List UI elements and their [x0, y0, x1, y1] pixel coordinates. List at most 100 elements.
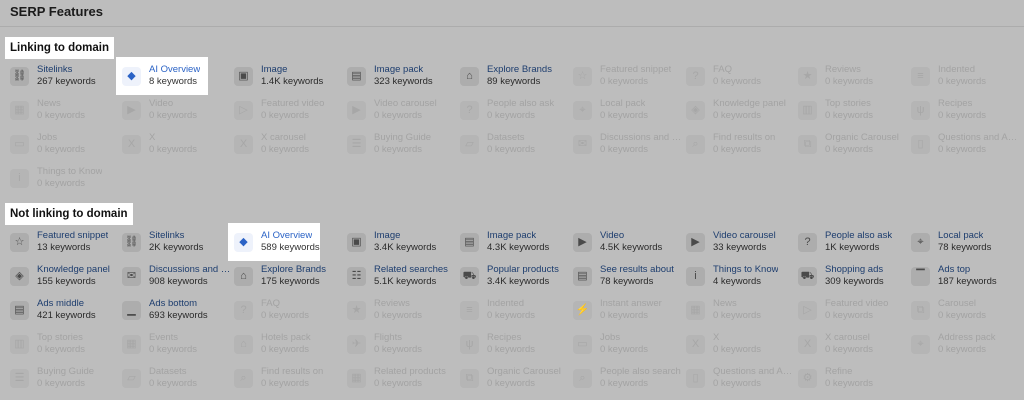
serp-feature-name[interactable]: Video: [600, 230, 624, 242]
serp-feature-item[interactable]: ⧉ Organic Carousel 0 keywords: [460, 363, 572, 393]
serp-feature-name[interactable]: Questions and A…: [713, 366, 792, 378]
serp-feature-item[interactable]: ▤ Image pack 4.3K keywords: [460, 227, 572, 257]
serp-feature-name[interactable]: Jobs: [600, 332, 620, 344]
serp-feature-name[interactable]: Top stories: [825, 98, 871, 110]
serp-feature-name[interactable]: X: [149, 132, 155, 144]
serp-feature-item[interactable]: ▶ Video carousel 0 keywords: [347, 95, 459, 125]
serp-feature-name[interactable]: Ads top: [938, 264, 970, 276]
serp-feature-item[interactable]: X X carousel 0 keywords: [798, 329, 910, 359]
serp-feature-name[interactable]: News: [713, 298, 737, 310]
serp-feature-name[interactable]: Explore Brands: [487, 64, 552, 76]
serp-feature-item[interactable]: ★ Reviews 0 keywords: [347, 295, 459, 325]
serp-feature-item[interactable]: ? FAQ 0 keywords: [234, 295, 346, 325]
serp-feature-item[interactable]: ≡ Indented 0 keywords: [911, 61, 1023, 91]
serp-feature-item[interactable]: ▭ Jobs 0 keywords: [10, 129, 122, 159]
serp-feature-name[interactable]: FAQ: [261, 298, 280, 310]
serp-feature-item[interactable]: ▤ Ads middle 421 keywords: [10, 295, 122, 325]
serp-feature-name[interactable]: Find results on: [713, 132, 775, 144]
serp-feature-item[interactable]: ◈ Knowledge panel 0 keywords: [686, 95, 798, 125]
serp-feature-item[interactable]: ⛓ Sitelinks 2K keywords: [122, 227, 234, 257]
serp-feature-item[interactable]: ▤ Image pack 323 keywords: [347, 61, 459, 91]
serp-feature-item[interactable]: ☆ Featured snippet 0 keywords: [573, 61, 685, 91]
serp-feature-item[interactable]: ☰ Buying Guide 0 keywords: [10, 363, 122, 393]
serp-feature-item[interactable]: ▭ Jobs 0 keywords: [573, 329, 685, 359]
serp-feature-item[interactable]: ▶ Video 0 keywords: [122, 95, 234, 125]
serp-feature-name[interactable]: Hotels pack: [261, 332, 311, 344]
serp-feature-name[interactable]: X: [713, 332, 719, 344]
serp-feature-name[interactable]: See results about: [600, 264, 674, 276]
serp-feature-name[interactable]: Related searches: [374, 264, 448, 276]
serp-feature-name[interactable]: Instant answer: [600, 298, 662, 310]
serp-feature-name[interactable]: Flights: [374, 332, 402, 344]
serp-feature-item[interactable]: XX0 keywords: [686, 329, 798, 359]
serp-feature-name[interactable]: Things to Know: [713, 264, 778, 276]
serp-feature-name[interactable]: Datasets: [149, 366, 187, 378]
serp-feature-name[interactable]: Sitelinks: [37, 64, 72, 76]
serp-feature-name[interactable]: Discussions and …: [600, 132, 681, 144]
serp-feature-name[interactable]: Find results on: [261, 366, 323, 378]
serp-feature-name[interactable]: Knowledge panel: [713, 98, 786, 110]
serp-feature-item[interactable]: ? FAQ 0 keywords: [686, 61, 798, 91]
serp-feature-name[interactable]: FAQ: [713, 64, 732, 76]
serp-feature-item[interactable]: ⌖ Address pack 0 keywords: [911, 329, 1023, 359]
serp-feature-name[interactable]: Featured snippet: [37, 230, 108, 242]
serp-feature-name[interactable]: Explore Brands: [261, 264, 326, 276]
serp-feature-item[interactable]: ⛟ Popular products 3.4K keywords: [460, 261, 572, 291]
serp-feature-name[interactable]: Buying Guide: [37, 366, 94, 378]
serp-feature-item[interactable]: ▷ Featured video 0 keywords: [234, 95, 346, 125]
serp-feature-item[interactable]: ☰ Buying Guide 0 keywords: [347, 129, 459, 159]
serp-feature-name[interactable]: News: [37, 98, 61, 110]
serp-feature-item[interactable]: ✉ Discussions and … 908 keywords: [122, 261, 234, 291]
serp-feature-item[interactable]: ◆ AI Overview 8 keywords: [116, 57, 208, 95]
serp-feature-item[interactable]: ▁ Ads bottom 693 keywords: [122, 295, 234, 325]
serp-feature-name[interactable]: Jobs: [37, 132, 57, 144]
serp-feature-item[interactable]: ◆ AI Overview 589 keywords: [228, 223, 320, 261]
serp-feature-item[interactable]: XX0 keywords: [122, 129, 234, 159]
serp-feature-name[interactable]: Ads middle: [37, 298, 84, 310]
serp-feature-name[interactable]: Events: [149, 332, 178, 344]
serp-feature-item[interactable]: X X carousel 0 keywords: [234, 129, 346, 159]
serp-feature-item[interactable]: ▱ Datasets 0 keywords: [122, 363, 234, 393]
serp-feature-item[interactable]: ⛟ Shopping ads 309 keywords: [798, 261, 910, 291]
serp-feature-name[interactable]: Top stories: [37, 332, 83, 344]
serp-feature-item[interactable]: ✉ Discussions and … 0 keywords: [573, 129, 685, 159]
serp-feature-item[interactable]: ⛓ Sitelinks 267 keywords: [10, 61, 122, 91]
serp-feature-name[interactable]: Video carousel: [713, 230, 776, 242]
serp-feature-name[interactable]: Indented: [938, 64, 975, 76]
serp-feature-item[interactable]: ⌖ Local pack 0 keywords: [573, 95, 685, 125]
serp-feature-name[interactable]: Video carousel: [374, 98, 437, 110]
serp-feature-name[interactable]: Discussions and …: [149, 264, 230, 276]
serp-feature-item[interactable]: ▦ Related products 0 keywords: [347, 363, 459, 393]
serp-feature-name[interactable]: Organic Carousel: [825, 132, 899, 144]
serp-feature-item[interactable]: ▷ Featured video 0 keywords: [798, 295, 910, 325]
serp-feature-name[interactable]: Refine: [825, 366, 852, 378]
serp-feature-name[interactable]: People also ask: [487, 98, 554, 110]
serp-feature-name[interactable]: Featured video: [825, 298, 888, 310]
serp-feature-name[interactable]: Knowledge panel: [37, 264, 110, 276]
serp-feature-name[interactable]: Image pack: [487, 230, 536, 242]
serp-feature-item[interactable]: ⌂ Explore Brands 175 keywords: [234, 261, 346, 291]
serp-feature-item[interactable]: ⚡ Instant answer 0 keywords: [573, 295, 685, 325]
serp-feature-name[interactable]: Indented: [487, 298, 524, 310]
serp-feature-name[interactable]: Local pack: [938, 230, 983, 242]
serp-feature-name[interactable]: Recipes: [487, 332, 521, 344]
serp-feature-item[interactable]: ? People also ask 1K keywords: [798, 227, 910, 257]
serp-feature-name[interactable]: People also ask: [825, 230, 892, 242]
serp-feature-name[interactable]: Related products: [374, 366, 446, 378]
serp-feature-name[interactable]: X carousel: [261, 132, 306, 144]
serp-feature-name[interactable]: Buying Guide: [374, 132, 431, 144]
serp-feature-item[interactable]: ▶ Video 4.5K keywords: [573, 227, 685, 257]
serp-feature-item[interactable]: ψ Recipes 0 keywords: [911, 95, 1023, 125]
serp-feature-name[interactable]: Reviews: [374, 298, 410, 310]
serp-feature-item[interactable]: ◈ Knowledge panel 155 keywords: [10, 261, 122, 291]
serp-feature-item[interactable]: ▯ Questions and A… 0 keywords: [911, 129, 1023, 159]
serp-feature-item[interactable]: ψ Recipes 0 keywords: [460, 329, 572, 359]
serp-feature-name[interactable]: Datasets: [487, 132, 525, 144]
serp-feature-name[interactable]: Image pack: [374, 64, 423, 76]
serp-feature-name[interactable]: Video: [149, 98, 173, 110]
serp-feature-item[interactable]: ⌕ Find results on 0 keywords: [234, 363, 346, 393]
serp-feature-item[interactable]: ⌕ People also search 0 keywords: [573, 363, 685, 393]
serp-feature-item[interactable]: ▥ Top stories 0 keywords: [798, 95, 910, 125]
serp-feature-item[interactable]: ⌕ Find results on 0 keywords: [686, 129, 798, 159]
serp-feature-item[interactable]: ▔ Ads top 187 keywords: [911, 261, 1023, 291]
